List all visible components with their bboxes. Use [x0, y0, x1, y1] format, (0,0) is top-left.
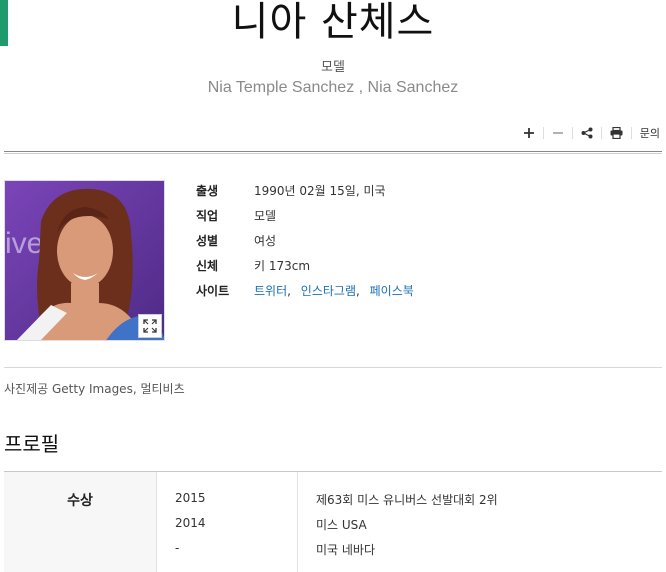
info-row-birth: 출생 1990년 02월 15일, 미국 [196, 178, 414, 203]
info-key: 출생 [196, 184, 219, 198]
info-key: 신체 [196, 259, 219, 273]
photo-divider [4, 367, 662, 368]
info-value: 1990년 02월 15일, 미국 [254, 184, 386, 198]
separator: , [287, 284, 291, 298]
occupation-subtitle: 모델 [321, 60, 345, 75]
plus-icon [523, 128, 534, 138]
award-title: 미스 USA [316, 518, 367, 532]
photo-credit: 사진제공 Getty Images, 멀티비츠 [4, 382, 185, 396]
svg-text:ive: ive [5, 227, 43, 260]
awards-table: 수상 2015 2014 - 제63회 미스 유니버스 선발대회 2위 미스 U… [4, 472, 662, 572]
facebook-link[interactable]: 페이스북 [370, 284, 414, 298]
awards-label: 수상 [67, 493, 93, 509]
inquiry-button[interactable]: 문의 [632, 125, 660, 141]
award-title: 미국 네바다 [316, 543, 376, 557]
print-icon [610, 127, 623, 139]
profile-info: 출생 1990년 02월 15일, 미국 직업 모델 성별 여성 신체 키 17… [196, 178, 414, 303]
minus-icon [552, 132, 563, 134]
awards-title-column: 제63회 미스 유니버스 선발대회 2위 미스 USA 미국 네바다 [298, 472, 662, 572]
awards-header-cell: 수상 [4, 472, 157, 572]
page-title: 니아 산체스 [231, 0, 435, 45]
awards-year-column: 2015 2014 - [157, 472, 298, 572]
toolbar: 문의 [515, 123, 660, 143]
info-row-site: 사이트 트위터, 인스타그램, 페이스북 [196, 278, 414, 303]
info-row-body: 신체 키 173cm [196, 253, 414, 278]
info-value: 키 173cm [254, 259, 311, 273]
share-button[interactable] [573, 123, 601, 143]
separator: , [355, 284, 360, 298]
add-button[interactable] [515, 123, 543, 143]
expand-icon [143, 319, 157, 333]
instagram-link[interactable]: 인스타그램 [301, 284, 356, 298]
info-row-gender: 성별 여성 [196, 228, 414, 253]
section-title-profile: 프로필 [4, 432, 60, 456]
share-icon [581, 127, 593, 139]
profile-photo[interactable]: ive [4, 180, 165, 341]
info-key: 직업 [196, 209, 219, 223]
info-key: 성별 [196, 234, 219, 248]
print-button[interactable] [602, 123, 631, 143]
award-year: - [175, 541, 180, 555]
shrink-button[interactable] [544, 123, 572, 143]
info-value: 모델 [254, 209, 277, 223]
award-year: 2015 [175, 491, 206, 505]
header-divider [4, 151, 662, 154]
twitter-link[interactable]: 트위터 [254, 284, 287, 298]
info-value: 여성 [254, 234, 277, 248]
info-key: 사이트 [196, 284, 230, 298]
award-title: 제63회 미스 유니버스 선발대회 2위 [316, 493, 498, 507]
award-year: 2014 [175, 516, 206, 530]
expand-photo-button[interactable] [138, 314, 162, 338]
info-row-job: 직업 모델 [196, 203, 414, 228]
site-links: 트위터, 인스타그램, 페이스북 [254, 282, 414, 299]
english-name: Nia Temple Sanchez , Nia Sanchez [207, 79, 459, 96]
